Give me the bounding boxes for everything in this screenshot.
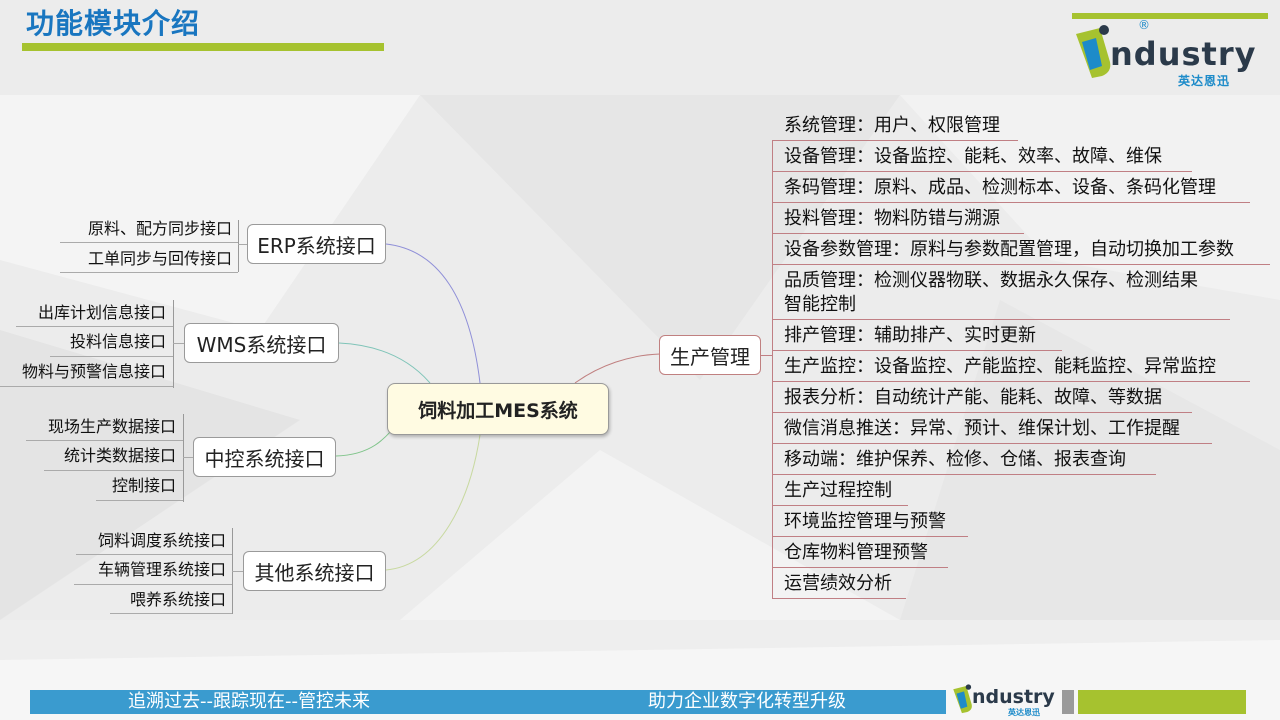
footer-green-block — [1078, 690, 1246, 714]
connector — [44, 470, 183, 471]
item-underline — [772, 443, 1212, 444]
connector — [74, 584, 232, 585]
right-item: 报表分析：自动统计产能、能耗、故障、等数据 — [784, 387, 1162, 408]
connector — [183, 457, 193, 458]
leaf-bracket — [238, 220, 239, 272]
right-item: 设备参数管理：原料与参数配置管理，自动切换加工参数 — [784, 239, 1234, 260]
connector — [16, 326, 173, 327]
item-underline — [772, 264, 1270, 265]
connector — [60, 272, 238, 273]
logo-cn: 英达恩迅 — [1178, 74, 1231, 88]
leaf-item: 投料信息接口 — [69, 332, 166, 351]
connector — [761, 355, 772, 356]
right-item: 条码管理：原料、成品、检测标本、设备、条码化管理 — [784, 177, 1216, 198]
leaf-item: 控制接口 — [111, 476, 176, 495]
item-underline — [772, 412, 1192, 413]
footer-logo-cn: 英达恩迅 — [1008, 708, 1040, 717]
leaf-bracket — [183, 414, 184, 502]
right-item: 环境监控管理与预警 — [784, 511, 946, 532]
connector-dot — [238, 244, 247, 245]
item-underline — [772, 536, 968, 537]
right-item: 运营绩效分析 — [784, 573, 892, 594]
connector — [76, 554, 232, 555]
item-underline — [772, 319, 1230, 320]
connector — [110, 613, 232, 614]
right-item: 生产过程控制 — [784, 480, 892, 501]
leaf-item: 原料、配方同步接口 — [87, 219, 232, 238]
connector — [50, 356, 173, 357]
branch-wms[interactable]: WMS系统接口 — [184, 323, 339, 363]
footer-bar: 追溯过去--跟踪现在--管控未来 助力企业数字化转型升级 — [30, 690, 946, 714]
page-title: 功能模块介绍 — [26, 7, 201, 40]
item-underline — [772, 567, 948, 568]
item-underline — [772, 350, 1062, 351]
right-item: 品质管理：检测仪器物联、数据永久保存、检测结果 — [784, 270, 1198, 291]
item-underline — [772, 140, 1018, 141]
leaf-item: 现场生产数据接口 — [47, 417, 176, 436]
leaf-item: 喂养系统接口 — [129, 590, 226, 609]
leaf-item: 出库计划信息接口 — [37, 303, 166, 322]
right-item: 设备管理：设备监控、能耗、效率、故障、维保 — [784, 146, 1162, 167]
right-item: 移动端：维护保养、检修、仓储、报表查询 — [784, 449, 1126, 470]
logo-word: ndustry — [1110, 35, 1257, 73]
logo-registered-mark: ® — [1138, 18, 1150, 32]
branch-other[interactable]: 其他系统接口 — [243, 551, 386, 591]
right-item: 排产管理：辅助排产、实时更新 — [784, 325, 1036, 346]
leaf-item: 物料与预警信息接口 — [21, 362, 166, 381]
footer-logo: ndustry 英达恩迅 — [950, 680, 1062, 718]
leaf-item: 工单同步与回传接口 — [87, 249, 232, 268]
branch-central-control[interactable]: 中控系统接口 — [193, 437, 336, 477]
right-item: 生产监控：设备监控、产能监控、能耗监控、异常监控 — [784, 356, 1216, 377]
connector — [232, 571, 243, 572]
item-underline — [772, 202, 1250, 203]
right-item: 微信消息推送：异常、预计、维保计划、工作提醒 — [784, 418, 1180, 439]
connector — [96, 500, 183, 501]
right-item: 智能控制 — [784, 294, 856, 315]
central-node[interactable]: 饲料加工MES系统 — [387, 383, 609, 435]
connector — [60, 242, 238, 243]
leaf-item: 饲料调度系统接口 — [97, 531, 226, 550]
branch-erp[interactable]: ERP系统接口 — [247, 224, 386, 264]
footer-logo-word: ndustry — [972, 686, 1055, 708]
leaf-item: 统计类数据接口 — [63, 446, 176, 465]
leaf-bracket — [173, 300, 174, 388]
branch-production[interactable]: 生产管理 — [659, 335, 761, 375]
item-underline — [772, 381, 1250, 382]
connector — [173, 343, 184, 344]
right-item: 仓库物料管理预警 — [784, 542, 928, 563]
item-underline — [772, 505, 908, 506]
right-bracket — [772, 140, 773, 598]
right-item: 投料管理：物料防错与溯源 — [784, 208, 1000, 229]
item-underline — [772, 474, 1156, 475]
leaf-item: 车辆管理系统接口 — [97, 560, 226, 579]
right-item: 系统管理：用户、权限管理 — [784, 115, 1000, 136]
item-underline — [772, 233, 1024, 234]
footer-gray-block — [1062, 690, 1074, 714]
footer-slogan-left: 追溯过去--跟踪现在--管控未来 — [128, 691, 370, 712]
title-underline — [22, 43, 384, 51]
item-underline — [772, 171, 1192, 172]
item-underline — [772, 598, 906, 599]
connector — [26, 440, 183, 441]
footer-slogan-right: 助力企业数字化转型升级 — [648, 691, 846, 712]
company-logo: ® ndustry 英达恩迅 — [1070, 18, 1270, 88]
connector — [0, 386, 173, 387]
